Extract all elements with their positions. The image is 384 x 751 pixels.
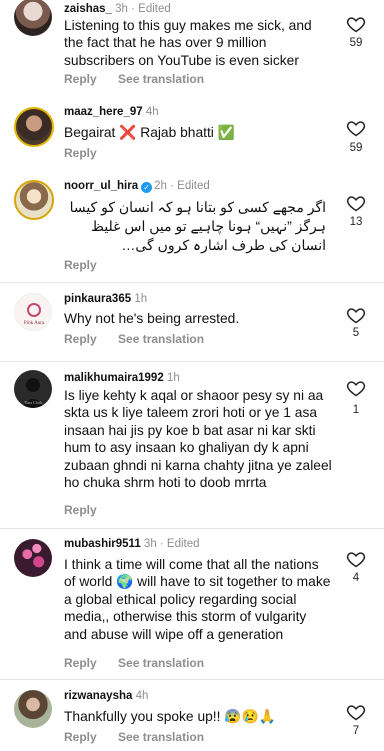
svg-text:Pink Aura: Pink Aura xyxy=(24,321,45,326)
comment-text: Listening to this guy makes me sick, and… xyxy=(64,18,312,68)
comment: rizwanaysha 4h Thankfully you spoke up!!… xyxy=(0,680,384,751)
reply-button[interactable]: Reply xyxy=(64,72,97,86)
see-translation-button[interactable]: See translation xyxy=(118,730,204,744)
timestamp: 1h xyxy=(134,293,148,305)
timestamp: 3h · Edited xyxy=(143,538,200,550)
reply-button[interactable]: Reply xyxy=(64,656,97,670)
heart-icon[interactable] xyxy=(346,118,366,138)
comment-actions: Reply xyxy=(64,503,115,517)
comment-actions: Reply See translation xyxy=(64,656,222,670)
like-count: 59 xyxy=(349,37,363,49)
heart-icon[interactable] xyxy=(346,14,366,34)
like-count: 7 xyxy=(352,725,360,737)
see-translation-button[interactable]: See translation xyxy=(118,332,204,346)
comment-text: Begairat ❌ Rajab bhatti ✅ xyxy=(64,125,235,140)
see-translation-button[interactable]: See translation xyxy=(118,72,204,86)
username[interactable]: pinkaura365 xyxy=(64,293,131,305)
comment: Thea Cloth malikhumaira1992 1h Is liye k… xyxy=(0,362,384,522)
like-count: 4 xyxy=(352,572,360,584)
reply-button[interactable]: Reply xyxy=(64,503,97,517)
username[interactable]: zaishas_ xyxy=(64,3,112,15)
comment: noorr_ul_hira ✓ 2h · Edited اگر مجھے کسی ک… xyxy=(0,172,384,282)
reply-button[interactable]: Reply xyxy=(64,146,97,160)
username[interactable]: rizwanaysha xyxy=(64,690,132,702)
avatar[interactable] xyxy=(14,539,52,577)
timestamp: 2h · Edited xyxy=(154,180,210,192)
comment: zaishas_ 3h · Edited Listening to this g… xyxy=(0,0,384,92)
heart-icon[interactable] xyxy=(346,378,366,398)
comment-actions: Reply xyxy=(64,258,115,272)
timestamp: 4h xyxy=(145,106,159,118)
comment-actions: Reply See translation xyxy=(64,332,222,346)
comment-text: Why not he's being arrested. xyxy=(64,311,240,326)
like-count: 1 xyxy=(352,404,360,416)
svg-text:Thea Cloth: Thea Cloth xyxy=(24,400,42,405)
comment-header: noorr_ul_hira ✓ 2h · Edited xyxy=(64,180,210,193)
avatar[interactable] xyxy=(14,107,54,147)
username[interactable]: noorr_ul_hira xyxy=(64,180,138,192)
timestamp: 1h xyxy=(166,372,180,384)
heart-icon[interactable] xyxy=(346,549,366,569)
reply-button[interactable]: Reply xyxy=(64,332,97,346)
comment-text: اگر مجھے کسی کو بتانا ہو کہ انسان کو کیس… xyxy=(69,199,326,253)
comment: mubashir9511 3h · Edited I think a time … xyxy=(0,529,384,679)
heart-icon[interactable] xyxy=(346,305,366,325)
avatar[interactable]: Pink Aura xyxy=(14,293,52,331)
comment-header: malikhumaira1992 1h xyxy=(64,372,180,384)
avatar[interactable] xyxy=(14,180,54,220)
comment-actions: Reply See translation xyxy=(64,72,222,86)
comment-text: Thankfully you spoke up!! 😰😢🙏 xyxy=(64,709,276,724)
comment: maaz_here_97 4h Begairat ❌ Rajab bhatti … xyxy=(0,99,384,161)
see-translation-button[interactable]: See translation xyxy=(118,656,204,670)
like-count: 5 xyxy=(352,327,360,339)
comment-text: I think a time will come that all the na… xyxy=(64,557,331,642)
reply-button[interactable]: Reply xyxy=(64,730,97,744)
heart-icon[interactable] xyxy=(346,702,366,722)
username[interactable]: mubashir9511 xyxy=(64,538,141,550)
comment-header: mubashir9511 3h · Edited xyxy=(64,538,200,550)
like-count: 13 xyxy=(349,216,363,228)
verified-badge-icon: ✓ xyxy=(141,182,153,193)
comment-text: Is liye kehty k aqal or shaoor pesy sy n… xyxy=(64,388,332,491)
comment-header: maaz_here_97 4h xyxy=(64,106,159,118)
timestamp: 4h xyxy=(135,690,149,702)
reply-button[interactable]: Reply xyxy=(64,258,97,272)
avatar[interactable] xyxy=(14,690,52,728)
comment-actions: Reply xyxy=(64,146,115,160)
username[interactable]: malikhumaira1992 xyxy=(64,372,164,384)
comment-header: zaishas_ 3h · Edited xyxy=(64,3,171,15)
comment-actions: Reply See translation xyxy=(64,730,222,744)
like-count: 59 xyxy=(349,142,363,154)
comment-header: pinkaura365 1h xyxy=(64,293,147,305)
timestamp: 3h · Edited xyxy=(115,3,171,15)
comment-header: rizwanaysha 4h xyxy=(64,690,148,702)
avatar[interactable]: Thea Cloth xyxy=(14,370,52,408)
username[interactable]: maaz_here_97 xyxy=(64,106,143,118)
comment: Pink Aura pinkaura365 1h Why not he's be… xyxy=(0,283,384,361)
heart-icon[interactable] xyxy=(346,193,366,213)
avatar[interactable] xyxy=(14,0,52,36)
